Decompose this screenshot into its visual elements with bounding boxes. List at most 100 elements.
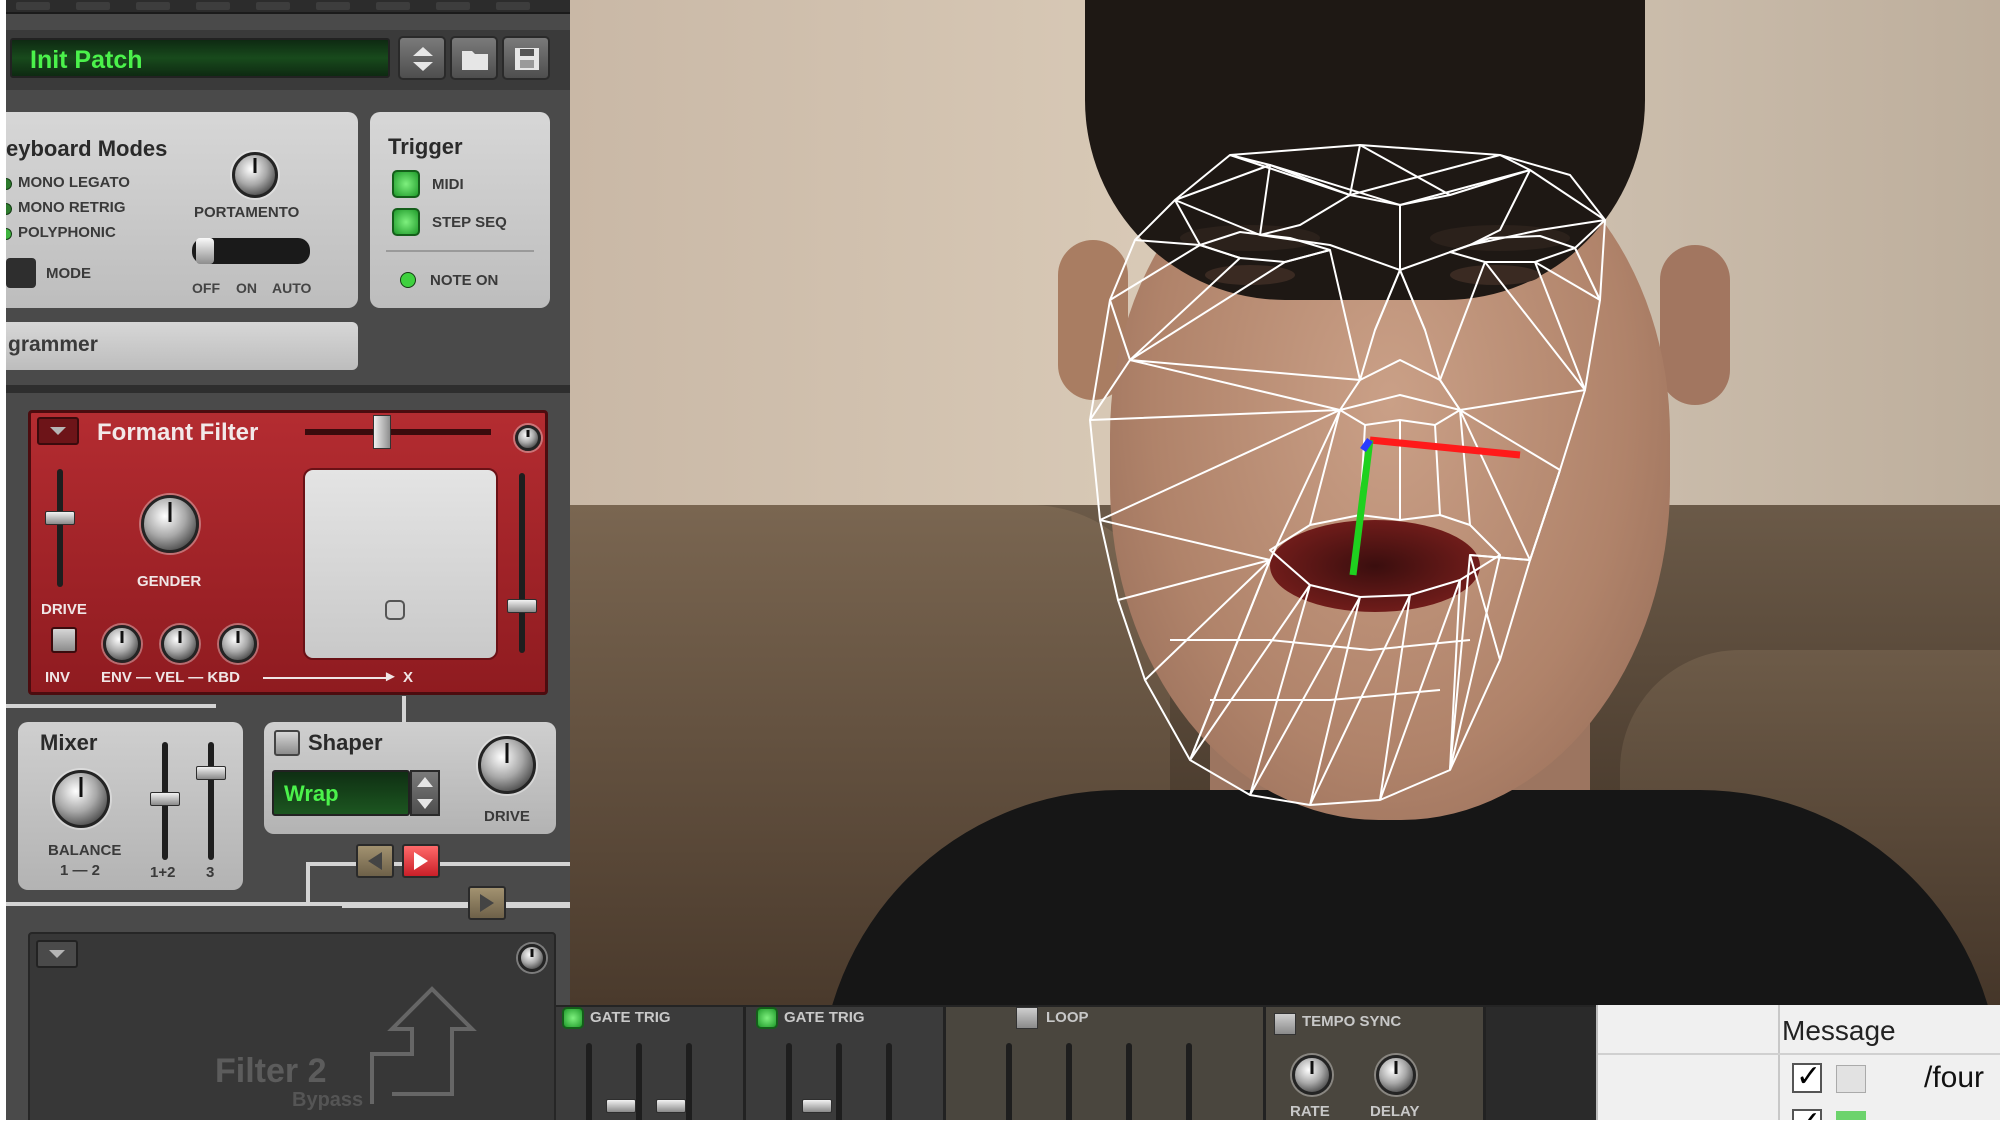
- note-on-led: [400, 272, 416, 288]
- message-address[interactable]: /four: [1924, 1061, 1984, 1095]
- balance-knob[interactable]: [52, 770, 110, 828]
- mono-retrig-led[interactable]: [6, 203, 12, 215]
- save-patch-button[interactable]: [502, 36, 550, 80]
- note-on-label: NOTE ON: [430, 272, 499, 289]
- webcam-video: [570, 0, 2000, 1005]
- bottom-fader-track: [836, 1043, 842, 1123]
- patch-name-display[interactable]: Init Patch: [10, 38, 390, 78]
- inv-label: INV: [45, 669, 71, 686]
- portamento-mode-switch[interactable]: [192, 238, 310, 264]
- pose-axis-x: [1369, 436, 1521, 459]
- pose-axis-y: [1349, 439, 1374, 576]
- polyphonic-led[interactable]: [6, 228, 12, 240]
- vel-knob[interactable]: [161, 625, 199, 663]
- mix-1-2-fader[interactable]: [150, 792, 180, 806]
- bottom-fader-track: [1006, 1043, 1012, 1123]
- formant-filter-panel: Formant Filter DRIVE GENDER INV ENV — VE…: [28, 410, 548, 695]
- tempo-sync-section: TEMPO SYNC RATE DELAY: [1266, 1007, 1486, 1124]
- keyboard-modes-title: eyboard Modes: [6, 136, 168, 161]
- gate-trig-1-button[interactable]: [562, 1007, 584, 1029]
- formant-filter-title: Formant Filter: [97, 419, 259, 446]
- shaper-enable-button[interactable]: [274, 730, 300, 756]
- shaper-drive-knob[interactable]: [478, 736, 536, 794]
- step-seq-label: STEP SEQ: [432, 214, 507, 231]
- env-vel-kbd-label: ENV — VEL — KBD: [101, 669, 240, 686]
- formant-right-fader-track: [519, 473, 525, 653]
- mix-3-label: 3: [206, 864, 215, 881]
- programmer-bar[interactable]: grammer: [6, 322, 358, 370]
- x-arrow-line: [263, 677, 387, 679]
- gate-trig-section-2: GATE TRIG: [746, 1007, 946, 1124]
- up-down-arrows-icon: [413, 47, 433, 71]
- tempo-sync-button[interactable]: [1274, 1013, 1296, 1035]
- gate-trig-section-1: GATE TRIG: [556, 1007, 746, 1124]
- message-column-header[interactable]: Message: [1782, 1015, 1896, 1047]
- bottom-fader[interactable]: [606, 1099, 636, 1113]
- mix-3-fader-track: [208, 742, 214, 860]
- formant-fold-button[interactable]: [37, 417, 79, 445]
- bottom-fader[interactable]: [802, 1099, 832, 1113]
- shaper-panel: Shaper Wrap DRIVE: [264, 722, 556, 834]
- row-color-swatch[interactable]: [1836, 1065, 1866, 1093]
- bottom-fader[interactable]: [656, 1099, 686, 1113]
- patch-select-button[interactable]: [398, 36, 446, 80]
- filter2-panel: Filter 2 Bypass: [28, 932, 556, 1124]
- gate-trig-2-label: GATE TRIG: [784, 1009, 865, 1026]
- gate-trig-2-button[interactable]: [756, 1007, 778, 1029]
- filter2-corner-knob[interactable]: [518, 944, 546, 972]
- step-seq-trigger-button[interactable]: [392, 208, 420, 236]
- filter2-title: Filter 2: [215, 1052, 327, 1090]
- portamento-knob[interactable]: [232, 152, 278, 198]
- programmer-label: grammer: [8, 333, 98, 356]
- delay-label: DELAY: [1370, 1103, 1420, 1120]
- triangle-down-icon: [49, 950, 65, 958]
- filter2-fold-button[interactable]: [36, 940, 78, 968]
- midi-trigger-button[interactable]: [392, 170, 420, 198]
- loop-section: LOOP: [946, 1007, 1266, 1124]
- formant-right-fader[interactable]: [507, 599, 537, 613]
- osc-message-window: Message /four: [1596, 1005, 2000, 1124]
- bypass-arrow-icon: [370, 986, 477, 1104]
- row-enabled-checkbox[interactable]: [1792, 1059, 1822, 1094]
- formant-corner-knob[interactable]: [515, 425, 541, 451]
- column-divider: [1778, 1005, 1780, 1124]
- arrow-left-icon: [368, 852, 382, 870]
- xy-pad-handle[interactable]: [385, 600, 405, 620]
- loop-button[interactable]: [1016, 1007, 1038, 1029]
- route-right-button[interactable]: [402, 844, 440, 878]
- rack-top-strip: [6, 0, 570, 14]
- midi-label: MIDI: [432, 176, 464, 193]
- screen: Init Patch eyboard Modes MONO LEGATO MON…: [0, 0, 2000, 1124]
- mono-legato-led[interactable]: [6, 178, 12, 190]
- up-down-arrows-icon: [417, 777, 433, 809]
- env-knob[interactable]: [103, 625, 141, 663]
- arrow-right-icon: [414, 852, 428, 870]
- bottom-fader-track: [886, 1043, 892, 1123]
- drive-label: DRIVE: [41, 601, 87, 618]
- bottom-fader-track: [636, 1043, 642, 1123]
- shaper-mode-stepper[interactable]: [410, 770, 440, 816]
- rack-divider: [6, 385, 570, 393]
- kbd-knob[interactable]: [219, 625, 257, 663]
- mono-legato-label: MONO LEGATO: [18, 174, 130, 191]
- portamento-label: PORTAMENTO: [194, 204, 300, 221]
- save-disk-icon: [515, 48, 539, 70]
- route-filter2-button[interactable]: [468, 886, 506, 920]
- delay-knob[interactable]: [1376, 1055, 1416, 1095]
- formant-y-slider-handle[interactable]: [373, 415, 391, 449]
- formant-y-slider[interactable]: [305, 429, 491, 435]
- shaper-mode-display[interactable]: Wrap: [272, 770, 410, 816]
- mix-3-fader[interactable]: [196, 766, 226, 780]
- keyboard-modes-panel: eyboard Modes MONO LEGATO MONO RETRIG PO…: [6, 112, 358, 308]
- filter2-state: Bypass: [292, 1089, 364, 1111]
- route-left-button[interactable]: [356, 844, 394, 878]
- shaper-drive-label: DRIVE: [484, 808, 530, 825]
- drive-fader[interactable]: [45, 511, 75, 525]
- mode-button[interactable]: [6, 258, 36, 288]
- gender-label: GENDER: [137, 573, 202, 590]
- rate-knob[interactable]: [1292, 1055, 1332, 1095]
- gender-knob[interactable]: [141, 495, 199, 553]
- browse-patch-button[interactable]: [450, 36, 498, 80]
- inv-button[interactable]: [51, 627, 77, 653]
- formant-xy-pad[interactable]: [303, 468, 498, 660]
